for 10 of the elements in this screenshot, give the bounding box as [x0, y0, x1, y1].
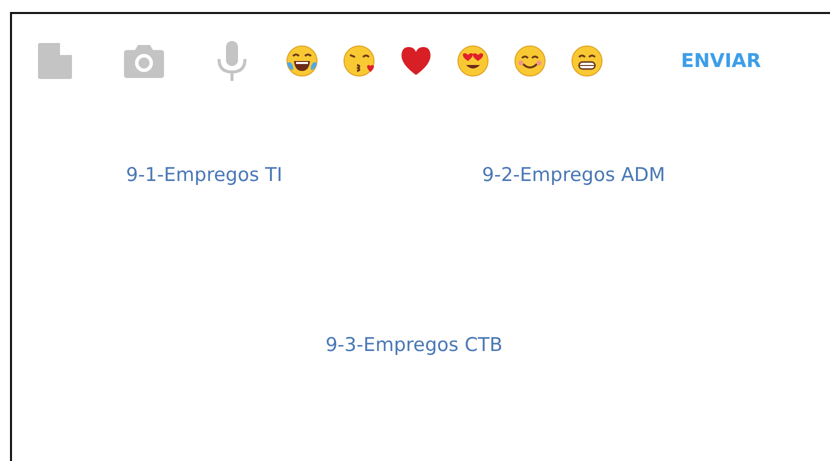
- grinning-face-icon[interactable]: [571, 45, 603, 77]
- send-button[interactable]: ENVIAR: [681, 50, 761, 72]
- smiling-face-icon[interactable]: [514, 45, 546, 77]
- heart-eyes-face-icon[interactable]: [457, 45, 489, 77]
- link[interactable]: 9-2-Empregos ADM: [482, 164, 666, 186]
- laughing-tears-face-icon[interactable]: [286, 45, 318, 77]
- kissing-face-icon[interactable]: [343, 45, 375, 77]
- link[interactable]: 9-3-Empregos CTB: [325, 334, 503, 356]
- heart-icon[interactable]: [400, 45, 432, 77]
- link[interactable]: 9-1-Empregos TI: [126, 164, 282, 186]
